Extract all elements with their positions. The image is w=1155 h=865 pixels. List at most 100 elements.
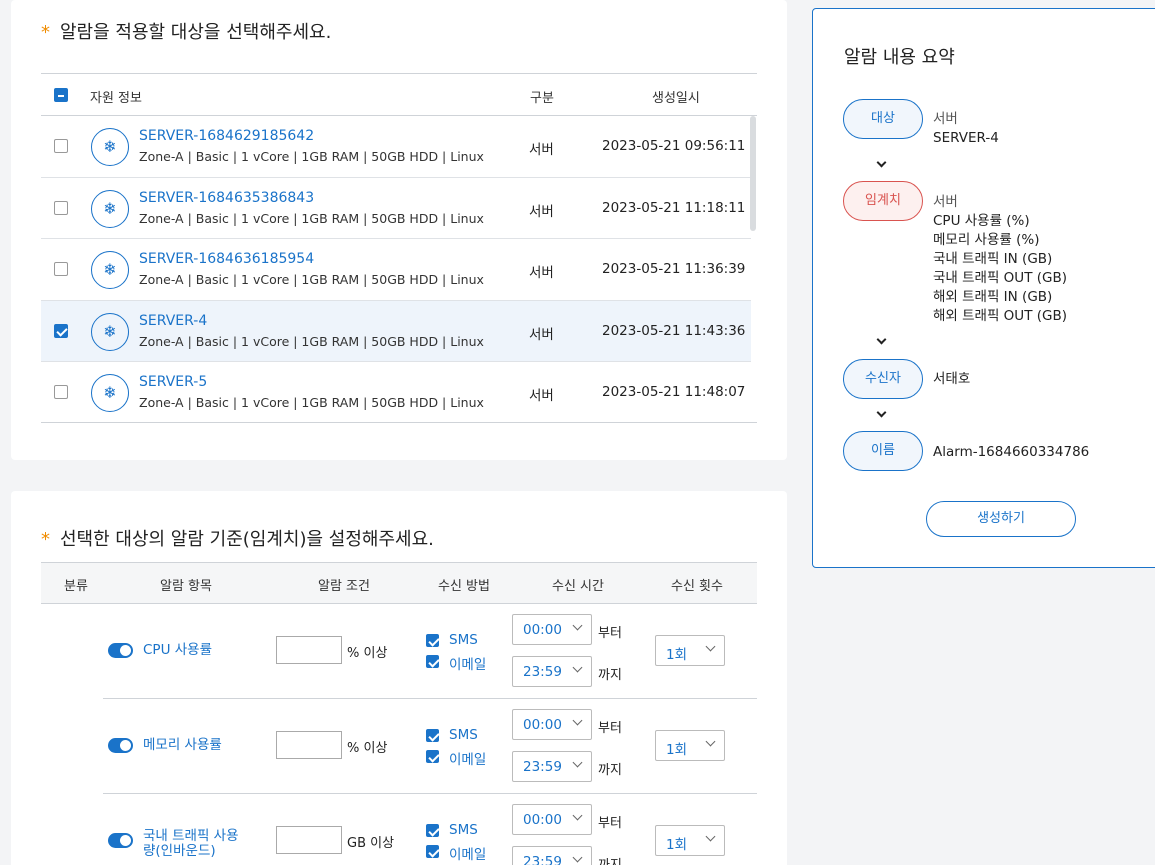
threshold-row-memory: 메모리 사용률 % 이상 SMS 이메일 00:00 부터 23:59 까지 1… — [103, 699, 757, 794]
alarm-item-label: CPU 사용률 — [143, 642, 212, 658]
summary-target-detail: 서버 SERVER-4 — [933, 111, 999, 146]
count-select[interactable]: 1회 — [655, 730, 725, 761]
row-checkbox-checked[interactable] — [54, 323, 68, 338]
row-checkbox[interactable] — [54, 139, 68, 153]
server-spec: Zone-A | Basic | 1 vCore | 1GB RAM | 50G… — [139, 210, 484, 226]
col-resource-info: 자원 정보 — [90, 91, 142, 106]
col-created: 생성일시 — [652, 91, 700, 106]
server-spec: Zone-A | Basic | 1 vCore | 1GB RAM | 50G… — [139, 149, 484, 164]
chevron-down-icon — [705, 831, 716, 842]
count-select[interactable]: 1회 — [655, 635, 725, 666]
col-type: 구분 — [530, 91, 554, 106]
server-name-link[interactable]: SERVER-5 — [139, 374, 207, 390]
threshold-row-cpu: CPU 사용률 % 이상 SMS 이메일 00:00 부터 23:59 까지 1… — [103, 604, 757, 699]
end-time-select[interactable]: 23:59 — [512, 751, 592, 782]
server-created: 2023-05-21 11:18:11 — [602, 199, 746, 216]
col-category: 분류 — [64, 579, 88, 594]
summary-recipient-badge: 수신자 — [843, 359, 923, 399]
alarm-item-label: 메모리 사용률 — [143, 737, 222, 753]
email-label: 이메일 — [449, 657, 487, 673]
email-checkbox[interactable] — [426, 750, 439, 763]
sms-checkbox[interactable] — [426, 729, 439, 742]
chevron-down-icon — [572, 852, 583, 863]
summary-recipient-detail: 서태호 — [933, 371, 971, 387]
sms-checkbox[interactable] — [426, 634, 439, 647]
chevron-down-icon — [705, 736, 716, 747]
server-type: 서버 — [529, 388, 554, 404]
domestic-in-threshold-input[interactable] — [276, 826, 342, 854]
server-type: 서버 — [529, 203, 554, 220]
email-label: 이메일 — [449, 752, 487, 768]
unit-label: GB 이상 — [347, 836, 395, 851]
table-bottom-border — [41, 422, 757, 423]
server-name-link[interactable]: SERVER-1684636185954 — [139, 251, 314, 267]
chevron-down-icon — [572, 662, 583, 673]
server-created: 2023-05-21 11:48:07 — [602, 384, 746, 400]
chevron-down-icon — [876, 334, 887, 345]
memory-threshold-input[interactable] — [276, 731, 342, 759]
sms-checkbox[interactable] — [426, 824, 439, 837]
server-name-link[interactable]: SERVER-1684635386843 — [139, 190, 314, 206]
unit-label: % 이상 — [347, 646, 388, 661]
server-name-link[interactable]: SERVER-4 — [139, 313, 207, 329]
row-checkbox[interactable] — [54, 385, 68, 399]
table-row[interactable]: ❄ SERVER-1684629185642 Zone-A | Basic | … — [41, 116, 751, 178]
end-time-select[interactable]: 23:59 — [512, 656, 592, 687]
start-suffix: 부터 — [598, 626, 622, 641]
server-created: 2023-05-21 11:43:36 — [602, 322, 746, 339]
chevron-down-icon — [705, 641, 716, 652]
domestic-in-toggle[interactable] — [108, 833, 133, 848]
summary-name-detail: Alarm-1684660334786 — [933, 444, 1090, 460]
server-type: 서버 — [529, 326, 554, 343]
email-checkbox[interactable] — [426, 655, 439, 668]
start-time-select[interactable]: 00:00 — [512, 709, 592, 740]
summary-target-badge: 대상 — [843, 99, 923, 139]
table-row[interactable]: ❄ SERVER-5 Zone-A | Basic | 1 vCore | 1G… — [41, 362, 751, 423]
server-name-link[interactable]: SERVER-1684629185642 — [139, 128, 314, 144]
end-suffix: 까지 — [598, 854, 622, 865]
cpu-threshold-input[interactable] — [276, 636, 342, 664]
table-scrollbar[interactable] — [750, 116, 756, 231]
start-time-select[interactable]: 00:00 — [512, 804, 592, 835]
memory-toggle[interactable] — [108, 738, 133, 753]
table-row-selected[interactable]: ❄ SERVER-4 Zone-A | Basic | 1 vCore | 1G… — [41, 300, 751, 362]
server-created: 2023-05-21 09:56:11 — [602, 138, 746, 154]
col-receive-method: 수신 방법 — [438, 579, 490, 594]
chevron-down-icon — [572, 620, 583, 631]
end-suffix: 까지 — [598, 668, 622, 683]
chevron-down-icon — [572, 715, 583, 726]
server-icon: ❄ — [91, 251, 129, 289]
required-mark: * — [41, 529, 50, 550]
cpu-toggle[interactable] — [108, 643, 133, 658]
threshold-section-title: * 선택한 대상의 알람 기준(임계치)을 설정해주세요. — [41, 529, 434, 550]
row-checkbox[interactable] — [54, 200, 68, 215]
chevron-down-icon — [876, 157, 887, 168]
row-checkbox[interactable] — [54, 262, 68, 276]
threshold-row-domestic-in: 국내 트래픽 사용량(인바운드) GB 이상 SMS 이메일 00:00 부터 … — [103, 794, 757, 865]
summary-title: 알람 내용 요약 — [844, 47, 955, 68]
start-time-select[interactable]: 00:00 — [512, 614, 592, 645]
summary-name-badge: 이름 — [843, 431, 923, 471]
end-time-select[interactable]: 23:59 — [512, 846, 592, 865]
server-icon: ❄ — [91, 128, 129, 166]
summary-threshold-badge: 임계치 — [843, 181, 923, 221]
unit-label: % 이상 — [347, 741, 388, 756]
create-button[interactable]: 생성하기 — [926, 501, 1076, 537]
server-created: 2023-05-21 11:36:39 — [602, 261, 746, 277]
target-table-header: 자원 정보 구분 생성일시 — [41, 73, 757, 116]
col-alarm-condition: 알람 조건 — [318, 579, 370, 594]
target-table-body: ❄ SERVER-1684629185642 Zone-A | Basic | … — [41, 116, 757, 423]
table-row[interactable]: ❄ SERVER-1684636185954 Zone-A | Basic | … — [41, 239, 751, 301]
email-checkbox[interactable] — [426, 845, 439, 858]
col-receive-time: 수신 시간 — [552, 579, 604, 594]
count-select[interactable]: 1회 — [655, 825, 725, 856]
table-row[interactable]: ❄ SERVER-1684635386843 Zone-A | Basic | … — [41, 178, 751, 239]
threshold-card: * 선택한 대상의 알람 기준(임계치)을 설정해주세요. 분류 알람 항목 알람… — [11, 491, 787, 865]
chevron-down-icon — [572, 757, 583, 768]
alarm-summary-panel: 알람 내용 요약 대상 서버 SERVER-4 임계치 서버 CPU 사용률 (… — [812, 8, 1155, 568]
col-receive-count: 수신 횟수 — [671, 579, 723, 594]
summary-threshold-detail: 서버 CPU 사용률 (%) 메모리 사용률 (%) 국내 트래픽 IN (GB… — [933, 194, 1067, 324]
col-alarm-item: 알람 항목 — [160, 579, 212, 594]
server-icon: ❄ — [91, 374, 129, 412]
select-all-checkbox[interactable] — [54, 88, 68, 102]
